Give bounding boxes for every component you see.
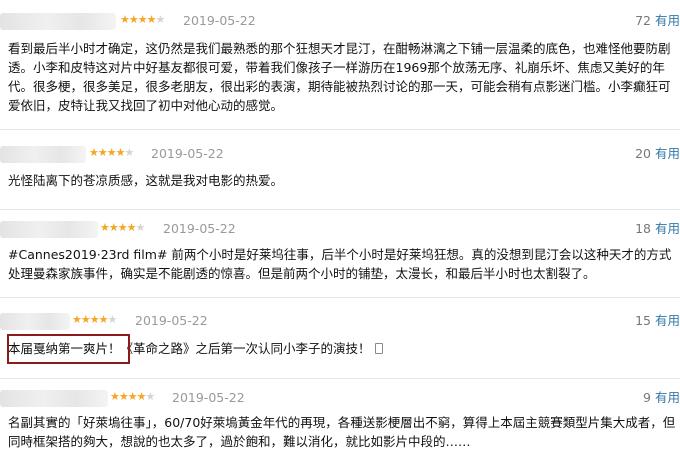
divider: [0, 129, 680, 130]
useful-votes[interactable]: 9 有用: [643, 390, 680, 406]
useful-label[interactable]: 有用: [655, 390, 680, 405]
useful-label[interactable]: 有用: [655, 13, 680, 28]
vote-count: 15: [635, 313, 651, 328]
review-text: 光怪陆离下的苍凉质感，这就是我对电影的热爱。: [8, 173, 284, 188]
star-rating: ★★★★★: [120, 13, 165, 26]
star-rating: ★★★★★: [100, 221, 145, 234]
user-name[interactable]: [0, 390, 108, 407]
useful-label[interactable]: 有用: [655, 313, 680, 328]
user-name[interactable]: [0, 221, 98, 238]
review-date: 2019-05-22: [163, 221, 236, 236]
highlight-box: [7, 334, 130, 364]
divider: [0, 297, 680, 298]
useful-votes[interactable]: 72 有用: [635, 13, 680, 29]
user-name[interactable]: [0, 146, 86, 163]
vote-count: 9: [643, 390, 651, 405]
star-rating: ★★★★★: [72, 313, 117, 326]
review-text: #Cannes2019·23rd film# 前两个小时是好莱坞往事，后半个小时…: [8, 247, 672, 281]
useful-votes[interactable]: 18 有用: [635, 221, 680, 237]
vote-count: 18: [635, 221, 651, 236]
user-name[interactable]: [0, 13, 116, 30]
user-name[interactable]: [0, 313, 70, 330]
useful-label[interactable]: 有用: [655, 221, 680, 236]
review-date: 2019-05-22: [135, 313, 208, 328]
vote-count: 20: [635, 146, 651, 161]
divider: [0, 378, 680, 379]
divider: [0, 209, 680, 210]
useful-votes[interactable]: 20 有用: [635, 146, 680, 162]
useful-votes[interactable]: 15 有用: [635, 313, 680, 329]
star-rating: ★★★★★: [89, 146, 134, 159]
review-date: 2019-05-22: [183, 13, 256, 28]
mobile-icon: [374, 343, 383, 354]
useful-label[interactable]: 有用: [655, 146, 680, 161]
review-date: 2019-05-22: [151, 146, 224, 161]
review-text: 看到最后半小时才确定，这仍然是我们最熟悉的那个狂想天才昆汀，在酣畅淋漓之下铺一层…: [8, 41, 671, 113]
review-date: 2019-05-22: [172, 390, 245, 405]
review-text: 名副其實的「好萊塢往事」，60/70好萊塢黃金年代的再現，各種送影梗層出不窮，算…: [8, 415, 676, 449]
star-rating: ★★★★★: [110, 390, 155, 403]
vote-count: 72: [635, 13, 651, 28]
